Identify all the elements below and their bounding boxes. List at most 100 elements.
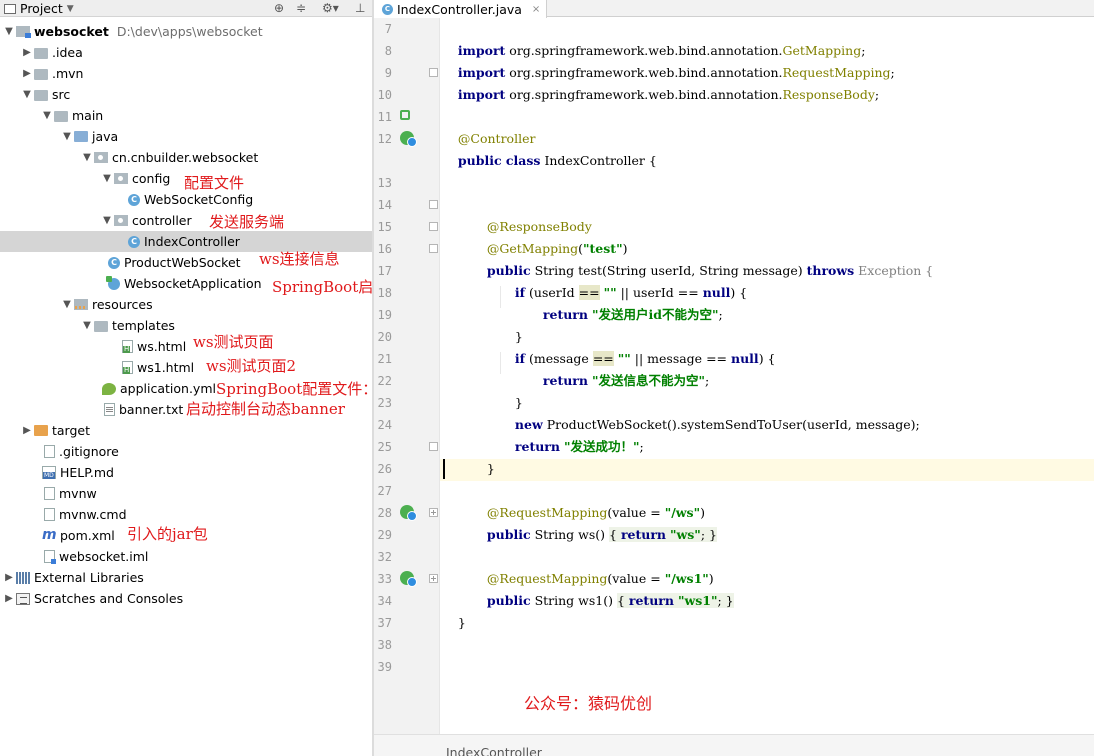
tree-item-websocketconfig[interactable]: C WebSocketConfig [0, 189, 372, 210]
tree-item-gitignore[interactable]: .gitignore [0, 441, 372, 462]
folded-region[interactable]: { return "ws1"; } [616, 593, 734, 608]
code-line-33[interactable]: @RequestMapping(value = "/ws1") [471, 546, 714, 586]
collapse-all-icon[interactable]: ≑ [296, 0, 306, 17]
expand-fold-icon[interactable] [429, 508, 438, 517]
fold-marker-icon[interactable] [429, 68, 438, 77]
annotation-ws1-html: ws测试页面2 [206, 357, 297, 375]
tree-item-java[interactable]: ▼ java [0, 126, 372, 147]
tree-item-indexcontroller[interactable]: C IndexController [0, 231, 372, 252]
code-line-34[interactable]: public String ws1() { return "ws1"; } [471, 568, 734, 608]
tree-item-scratches[interactable]: ▶ Scratches and Consoles [0, 588, 372, 609]
fold-marker-icon[interactable] [429, 442, 438, 451]
chevron-down-icon[interactable]: ▼ [100, 173, 114, 184]
chevron-right-icon[interactable]: ▶ [20, 47, 34, 58]
expand-fold-icon[interactable] [429, 574, 438, 583]
code-line-12[interactable]: public class IndexController { [442, 128, 657, 168]
keyword: null [731, 351, 759, 366]
tree-item-label: templates [112, 318, 175, 333]
chevron-right-icon[interactable]: ▶ [2, 572, 16, 583]
code-line-19[interactable]: return "发送用户id不能为空"; [527, 282, 723, 322]
code-line-8[interactable]: import org.springframework.web.bind.anno… [442, 40, 895, 80]
chevron-down-icon[interactable]: ▼ [80, 152, 94, 163]
tree-item-websocket[interactable]: ▼ websocket D:\dev\apps\websocket [0, 21, 372, 42]
code-line-22[interactable]: return "发送信息不能为空"; [527, 348, 709, 388]
chevron-right-icon[interactable]: ▶ [20, 68, 34, 79]
tree-item-label: HELP.md [60, 465, 114, 480]
package-icon [94, 152, 108, 163]
code-line-15[interactable]: @ResponseBody [471, 194, 592, 234]
tree-item-controller[interactable]: ▼ controller [0, 210, 372, 231]
watermark: 公众号：猿码优创 [524, 694, 653, 713]
fold-marker-icon[interactable] [429, 222, 438, 231]
tree-item-mvnw-cmd[interactable]: mvnw.cmd [0, 504, 372, 525]
chevron-down-icon[interactable]: ▼ [80, 320, 94, 331]
code-line-11[interactable]: @Controller [442, 106, 536, 146]
tree-item-idea[interactable]: ▶ .idea [0, 42, 372, 63]
tree-item-external-libraries[interactable]: ▶ External Libraries [0, 567, 372, 588]
tree-item-package[interactable]: ▼ cn.cnbuilder.websocket [0, 147, 372, 168]
project-view-selector[interactable]: Project ▼ [4, 0, 74, 17]
editor-tab-bar: C IndexController.java × [374, 0, 1094, 18]
spring-bean-icon[interactable] [400, 110, 410, 120]
code-line-18[interactable]: if (userId == "" || userId == null) { [499, 260, 747, 300]
file-icon [44, 508, 55, 521]
code-line-26[interactable]: } [471, 436, 495, 476]
chevron-down-icon[interactable]: ▼ [40, 110, 54, 121]
line-number: 20 [377, 330, 392, 344]
tree-item-src[interactable]: ▼ src [0, 84, 372, 105]
code-text: org.springframework.web.bind.annotation. [505, 87, 783, 102]
tree-item-target[interactable]: ▶ target [0, 420, 372, 441]
fold-marker-icon[interactable] [429, 200, 438, 209]
gear-icon[interactable]: ⚙▾ [322, 0, 339, 17]
tree-item-mvnw[interactable]: mvnw [0, 483, 372, 504]
code-line-21[interactable]: if (message == "" || message == null) { [499, 326, 776, 366]
folded-region[interactable]: { return "ws"; } [609, 527, 717, 542]
close-icon[interactable]: × [532, 4, 540, 15]
code-line-37[interactable]: } [442, 590, 466, 630]
code-text: ; [705, 373, 710, 388]
tree-item-websocket-iml[interactable]: websocket.iml [0, 546, 372, 567]
chevron-down-icon[interactable]: ▼ [60, 131, 74, 142]
project-header: Project ▼ ⊕ ≑ ⚙▾ ⊥ [0, 0, 372, 17]
code-line-16[interactable]: @GetMapping("test") [471, 216, 628, 256]
folder-icon [94, 320, 108, 332]
chevron-down-icon[interactable]: ▼ [100, 215, 114, 226]
line-number: 8 [384, 44, 392, 58]
tab-indexcontroller[interactable]: C IndexController.java × [374, 0, 548, 18]
tree-item-resources[interactable]: ▼ resources [0, 294, 372, 315]
string-literal: "发送用户id不能为空" [591, 307, 719, 322]
module-file-icon [44, 550, 56, 564]
code-line-25[interactable]: return "发送成功！"; [499, 414, 644, 454]
chevron-down-icon[interactable]: ▼ [20, 89, 34, 100]
chevron-down-icon[interactable]: ▼ [2, 26, 16, 37]
code-line-23[interactable]: } [499, 370, 523, 410]
code-line-24[interactable]: new ProductWebSocket().systemSendToUser(… [499, 392, 920, 432]
code-line-20[interactable]: } [499, 304, 523, 344]
breadcrumb[interactable]: IndexController [446, 745, 542, 756]
code-line-7[interactable]: import org.springframework.web.bind.anno… [442, 18, 866, 58]
fold-marker-icon[interactable] [429, 244, 438, 253]
code-line-9[interactable]: import org.springframework.web.bind.anno… [442, 62, 879, 102]
tree-item-label: .idea [52, 45, 83, 60]
chevron-down-icon[interactable]: ▼ [60, 299, 74, 310]
tree-item-main[interactable]: ▼ main [0, 105, 372, 126]
chevron-right-icon[interactable]: ▶ [20, 425, 34, 436]
tree-item-ws-html[interactable]: ws.html [0, 336, 372, 357]
tree-item-help-md[interactable]: HELP.md [0, 462, 372, 483]
code-line-17[interactable]: public String test(String userId, String… [471, 238, 933, 278]
tree-item-templates[interactable]: ▼ templates [0, 315, 372, 336]
project-title: Project [20, 0, 63, 16]
request-mapping-icon[interactable] [400, 505, 417, 521]
code-line-29[interactable]: public String ws() { return "ws"; } [471, 502, 717, 542]
code-line-28[interactable]: @RequestMapping(value = "/ws") [471, 480, 705, 520]
tree-item-label: .mvn [52, 66, 84, 81]
hide-panel-icon[interactable]: ⊥ [355, 0, 365, 17]
keyword: if [514, 351, 526, 366]
locate-icon[interactable]: ⊕ [274, 0, 284, 17]
tree-item-mvn[interactable]: ▶ .mvn [0, 63, 372, 84]
line-number: 39 [377, 660, 392, 674]
tree-item-ws1-html[interactable]: ws1.html [0, 357, 372, 378]
spring-bean-icon[interactable] [400, 131, 417, 147]
request-mapping-icon[interactable] [400, 571, 417, 587]
chevron-right-icon[interactable]: ▶ [2, 593, 16, 604]
